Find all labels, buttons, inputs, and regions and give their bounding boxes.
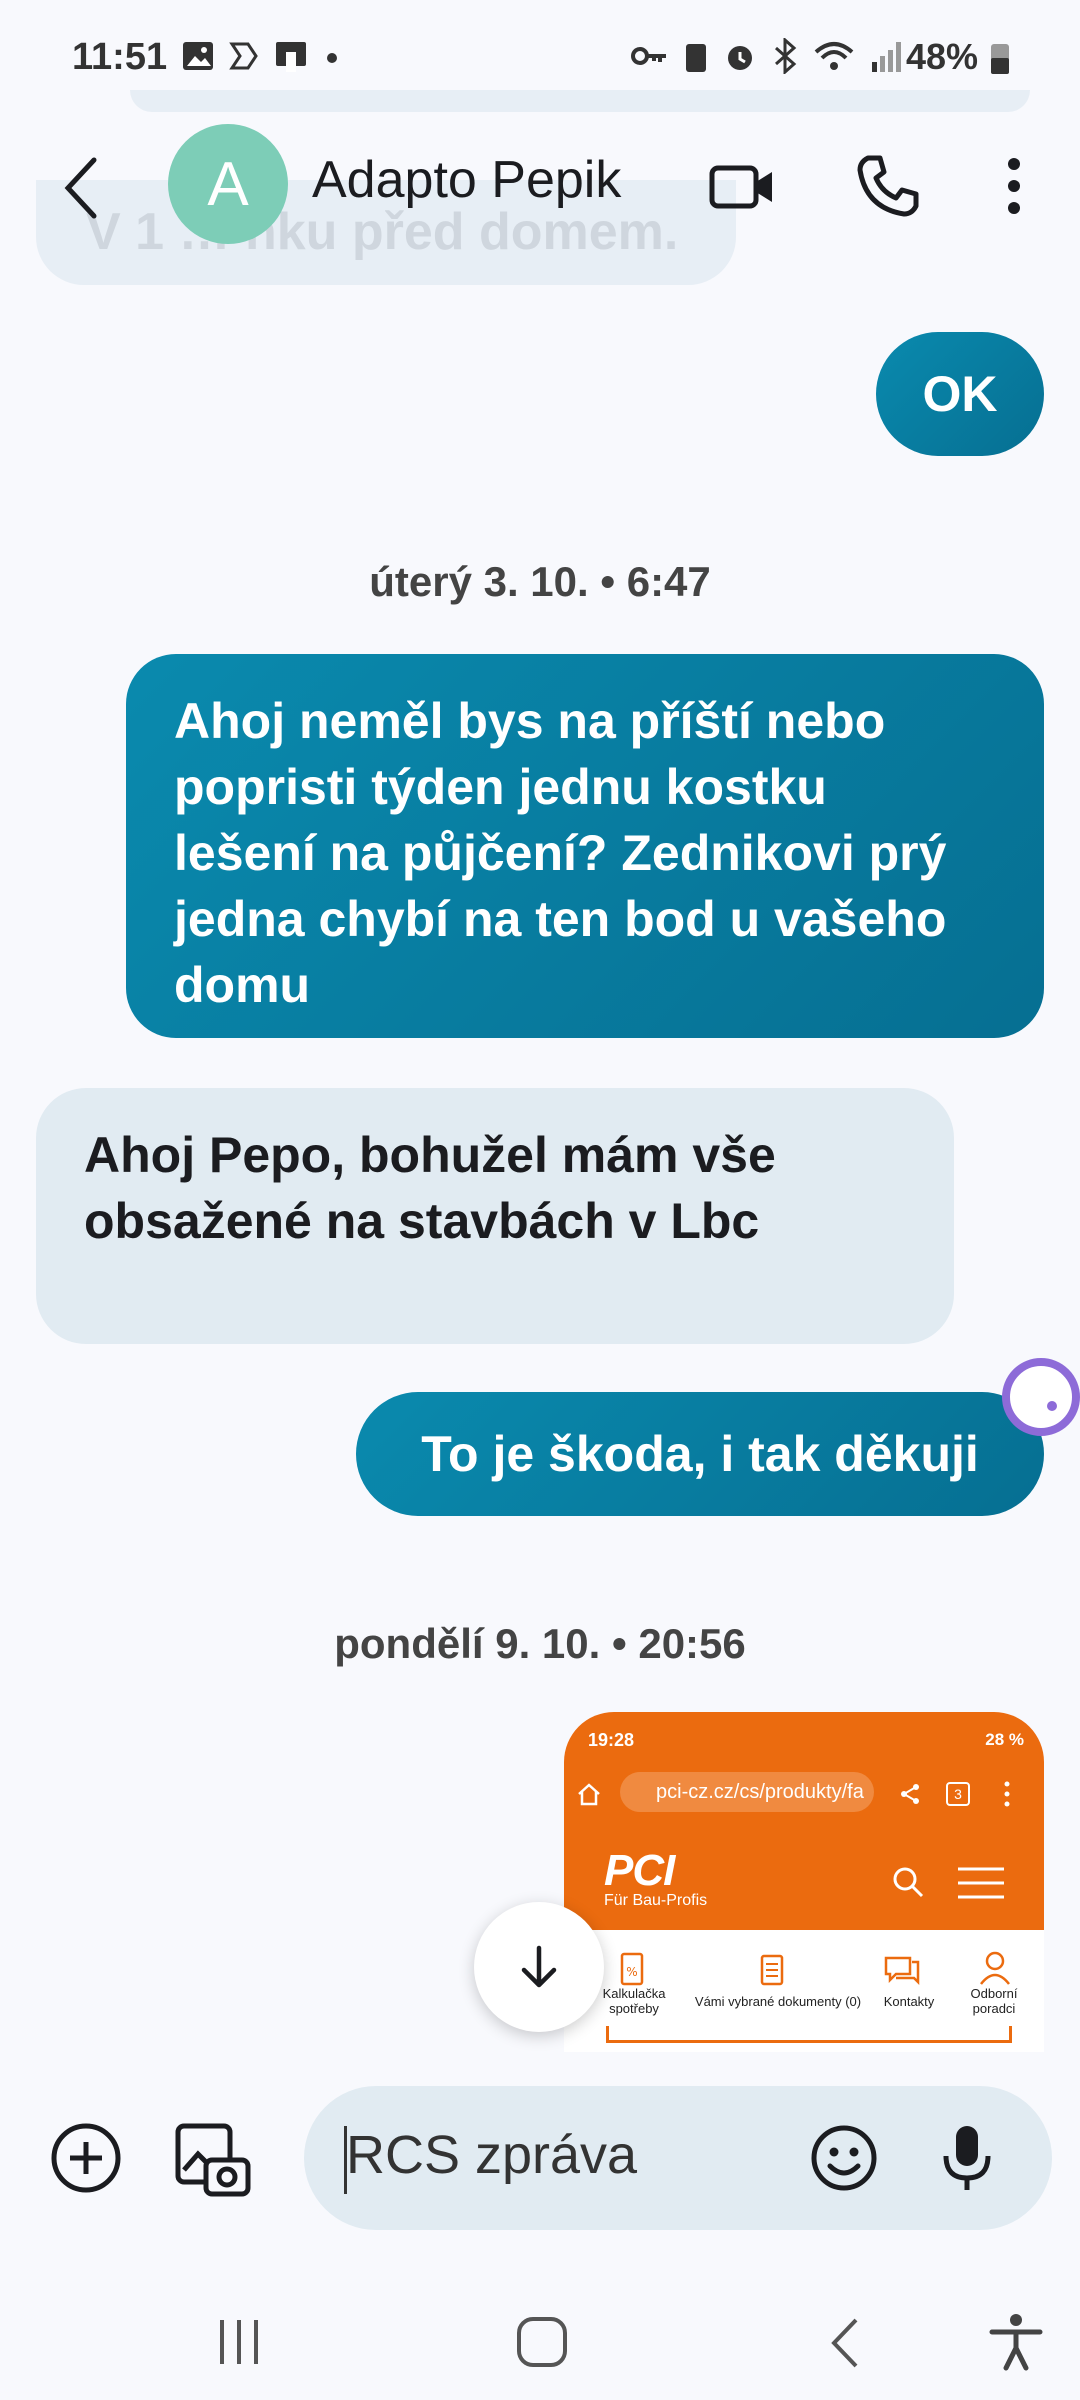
previous-bubble-edge bbox=[130, 90, 1030, 112]
document-icon bbox=[760, 1954, 784, 1986]
message-bubble-incoming[interactable]: Ahoj Pepo, bohužel mám vše obsažené na s… bbox=[36, 1088, 954, 1344]
arrow-down-icon bbox=[521, 1945, 557, 1988]
preview-nav: % Kalkulačka spotřeby Vámi vybrané dokum… bbox=[564, 1930, 1044, 2043]
key-icon bbox=[631, 47, 666, 65]
chevron-app-icon bbox=[229, 42, 258, 70]
preview-nav-item: Vámi vybrané dokumenty (0) bbox=[694, 1994, 862, 2009]
message-line: jedna chybí na ten bod u vašeho bbox=[174, 891, 947, 947]
message-bubble-outgoing[interactable]: Ahoj neměl bys na příští nebo popristi t… bbox=[126, 654, 1044, 1038]
more-vert-icon bbox=[1004, 1781, 1010, 1807]
voice-call-button[interactable] bbox=[852, 150, 924, 222]
pci-logo: PCI bbox=[604, 1846, 675, 1895]
share-icon bbox=[901, 1784, 919, 1804]
preview-underline bbox=[606, 2026, 1012, 2043]
accessibility-button[interactable] bbox=[986, 2312, 1046, 2377]
microphone-icon bbox=[943, 2126, 991, 2190]
voice-input-button[interactable] bbox=[932, 2118, 1002, 2203]
emoji-icon bbox=[811, 2125, 877, 2191]
home-button[interactable] bbox=[514, 2314, 570, 2375]
message-line: Ahoj Pepo, bohužel mám vše bbox=[84, 1127, 776, 1183]
date-separator: pondělí 9. 10. • 20:56 bbox=[334, 1620, 746, 1667]
message-line: Ahoj neměl bys na příští nebo bbox=[174, 693, 886, 749]
preview-url: pci-cz.cz/cs/produkty/fa bbox=[620, 1772, 874, 1812]
menu-icon bbox=[958, 1867, 1004, 1899]
notification-icons bbox=[180, 38, 342, 74]
contact-name[interactable]: Adapto Pepik bbox=[312, 150, 621, 210]
system-back-button[interactable] bbox=[826, 2316, 866, 2375]
message-bubble-outgoing[interactable]: OK bbox=[876, 332, 1044, 456]
home-square-icon bbox=[517, 2317, 567, 2367]
message-text: To je škoda, i tak děkuji bbox=[421, 1426, 979, 1482]
more-options-button[interactable] bbox=[994, 150, 1034, 222]
recent-apps-button[interactable] bbox=[214, 2316, 264, 2373]
add-attachment-button[interactable] bbox=[48, 2120, 124, 2201]
alarm-icon bbox=[728, 46, 752, 70]
preview-nav-item: Kontakty bbox=[883, 1994, 935, 2009]
message-line: popristi týden jednu kostku bbox=[174, 759, 827, 815]
video-camera-icon bbox=[709, 165, 772, 209]
bluetooth-icon bbox=[775, 38, 797, 74]
preview-battery: 28 % bbox=[985, 1730, 1024, 1749]
back-chevron-icon bbox=[831, 2318, 858, 2368]
gallery-camera-button[interactable] bbox=[172, 2120, 252, 2205]
calculator-icon: % bbox=[620, 1952, 644, 1986]
floating-assistant-bubble[interactable] bbox=[1002, 1358, 1080, 1436]
battery-percent: 48% bbox=[906, 36, 979, 77]
preview-header: 19:28 28 % pci-cz.cz/cs/produkty/fa 3 PC… bbox=[564, 1712, 1044, 1930]
message-input-placeholder: RCS zpráva bbox=[346, 2125, 638, 2185]
battery-saver-icon bbox=[686, 44, 706, 72]
pci-tagline: Für Bau-Profis bbox=[604, 1892, 708, 1909]
preview-nav-item: Kalkulačka spotřeby bbox=[602, 1986, 666, 2016]
date-separator: úterý 3. 10. • 6:47 bbox=[369, 558, 711, 605]
wifi-icon bbox=[814, 42, 854, 70]
svg-text:%: % bbox=[626, 1965, 637, 1979]
image-attachment[interactable]: 19:28 28 % pci-cz.cz/cs/produkty/fa 3 PC… bbox=[564, 1712, 1044, 2052]
tab-count: 3 bbox=[946, 1782, 970, 1806]
phone-icon bbox=[857, 155, 919, 217]
message-line: obsažené na stavbách v Lbc bbox=[84, 1193, 760, 1249]
message-line: lešení na půjčení? Zednikovi prý bbox=[174, 825, 947, 881]
recents-icon bbox=[220, 2320, 258, 2364]
battery-icon bbox=[991, 44, 1009, 74]
search-icon bbox=[893, 1867, 924, 1898]
message-line: domu bbox=[174, 957, 311, 1013]
gallery-icon bbox=[183, 42, 213, 70]
chat-icon bbox=[884, 1956, 920, 1986]
navigation-bar bbox=[0, 2290, 1080, 2400]
person-icon bbox=[980, 1951, 1010, 1985]
accessibility-icon bbox=[989, 2314, 1043, 2371]
more-vert-icon bbox=[1008, 158, 1020, 214]
cast-icon bbox=[276, 42, 306, 72]
status-time: 11:51 bbox=[72, 36, 168, 78]
preview-nav-item: Odborní poradci bbox=[970, 1986, 1018, 2016]
signal-icon bbox=[872, 42, 901, 72]
gallery-camera-icon bbox=[175, 2123, 251, 2197]
video-call-button[interactable] bbox=[706, 150, 778, 222]
dot-icon bbox=[327, 53, 337, 63]
plus-circle-icon bbox=[51, 2123, 121, 2193]
preview-time: 19:28 bbox=[588, 1730, 635, 1750]
system-icons bbox=[630, 38, 904, 74]
home-icon bbox=[578, 1783, 600, 1806]
back-button[interactable] bbox=[58, 148, 108, 228]
contact-avatar[interactable]: A bbox=[168, 124, 288, 244]
back-arrow-icon bbox=[64, 157, 97, 219]
emoji-button[interactable] bbox=[806, 2120, 882, 2201]
message-bubble-outgoing[interactable]: To je škoda, i tak děkuji bbox=[356, 1392, 1044, 1516]
scroll-to-bottom-button[interactable] bbox=[474, 1902, 604, 2032]
message-text: OK bbox=[922, 366, 998, 422]
dot-icon bbox=[1047, 1401, 1057, 1411]
